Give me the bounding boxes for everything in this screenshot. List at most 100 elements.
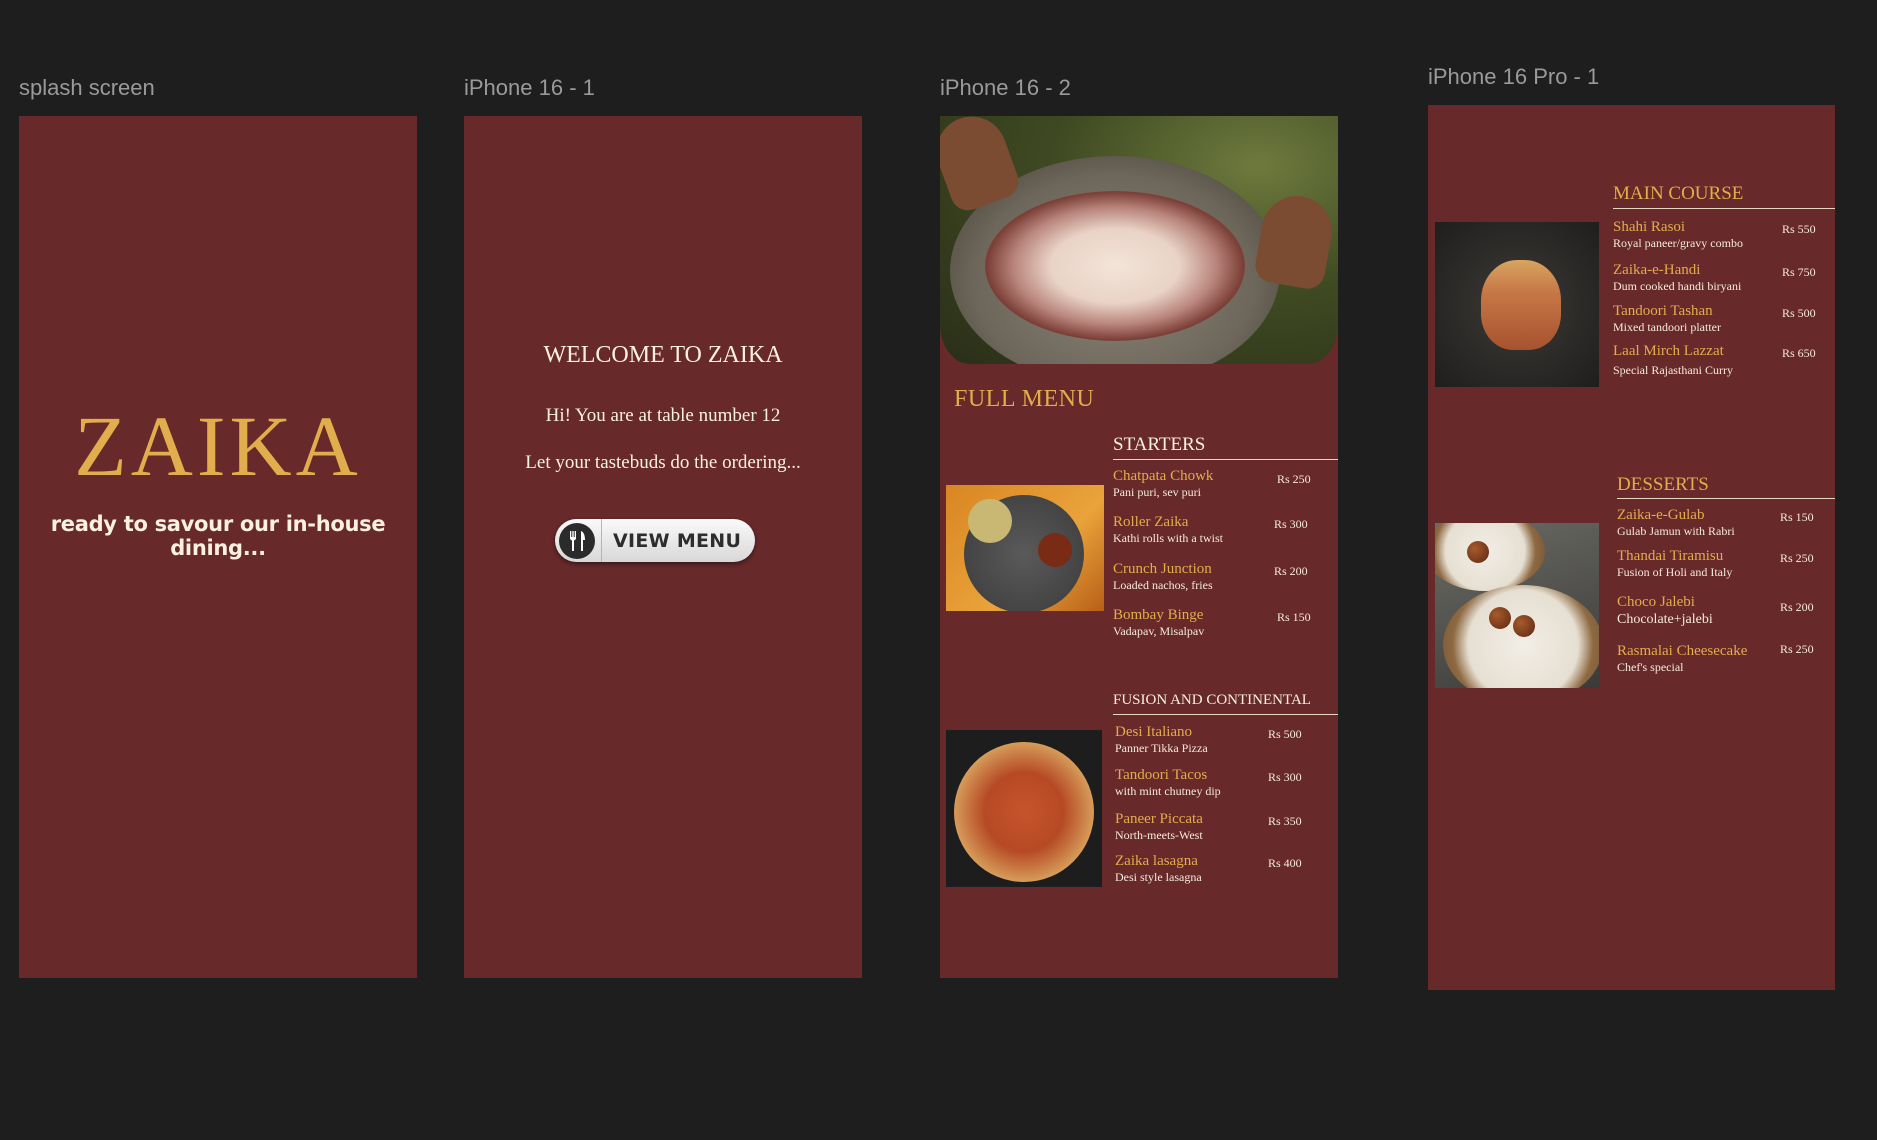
welcome-subtitle: Let your tastebuds do the ordering... [525, 452, 801, 473]
pizza-image [946, 730, 1102, 887]
menu-item[interactable]: Choco Jalebi Chocolate+jalebi [1617, 594, 1713, 628]
fusion-title: FUSION AND CONTINENTAL [1113, 692, 1311, 708]
menu-item[interactable]: Desi Italiano Panner Tikka Pizza [1115, 724, 1208, 755]
item-name: Paneer Piccata [1115, 811, 1203, 827]
item-desc: Vadapav, Misalpav [1113, 624, 1205, 638]
menu-item[interactable]: Laal Mirch Lazzat Special Rajasthani Cur… [1613, 343, 1733, 377]
desserts-title: DESSERTS [1617, 474, 1709, 495]
jamun-shape [1467, 541, 1489, 563]
item-desc: North-meets-West [1115, 828, 1203, 842]
item-desc: Special Rajasthani Curry [1613, 363, 1733, 377]
jamun-shape [1513, 615, 1535, 637]
biryani-handi-image [1435, 222, 1599, 387]
full-menu-frame: FULL MENU STARTERS Chatpata Chowk Pani p… [940, 116, 1338, 978]
item-price: Rs 500 [1268, 727, 1302, 741]
menu-item[interactable]: Paneer Piccata North-meets-West [1115, 811, 1203, 842]
menu-item[interactable]: Tandoori Tashan Mixed tandoori platter [1613, 303, 1721, 334]
item-name: Laal Mirch Lazzat [1613, 343, 1724, 359]
item-price: Rs 300 [1268, 770, 1302, 784]
bowl-shape [1435, 523, 1545, 591]
menu-item[interactable]: Roller Zaika Kathi rolls with a twist [1113, 514, 1223, 545]
item-desc: Royal paneer/gravy combo [1613, 236, 1743, 250]
menu-item[interactable]: Zaika-e-Handi Dum cooked handi biryani [1613, 262, 1741, 293]
main-course-title: MAIN COURSE [1613, 183, 1744, 204]
item-price: Rs 250 [1277, 472, 1311, 486]
splash-tagline: ready to savour our in-house dining... [50, 512, 386, 560]
item-price: Rs 500 [1782, 306, 1816, 320]
item-price: Rs 750 [1782, 265, 1816, 279]
item-desc: Mixed tandoori platter [1613, 320, 1721, 334]
item-name: Tandoori Tashan [1613, 303, 1713, 319]
splash-frame: ZAIKA ready to savour our in-house dinin… [19, 116, 417, 978]
item-price: Rs 550 [1782, 222, 1816, 236]
menu-item[interactable]: Thandai Tiramisu Fusion of Holi and Ital… [1617, 548, 1732, 579]
table-number-text: Hi! You are at table number 12 [545, 405, 781, 426]
starters-title: STARTERS [1113, 434, 1206, 455]
item-name: Rasmalai Cheesecake [1617, 643, 1748, 659]
splash-logo: ZAIKA [74, 398, 362, 494]
fork-knife-icon [559, 522, 595, 559]
item-price: Rs 150 [1277, 610, 1311, 624]
item-price: Rs 300 [1274, 517, 1308, 531]
menu-item[interactable]: Tandoori Tacos with mint chutney dip [1115, 767, 1221, 798]
item-desc: with mint chutney dip [1115, 784, 1221, 798]
frame-label-welcome[interactable]: iPhone 16 - 1 [464, 75, 595, 101]
frame-label-menu2[interactable]: iPhone 16 Pro - 1 [1428, 64, 1599, 90]
starters-divider [1113, 459, 1338, 460]
biryani-pot-hero-image [940, 116, 1338, 364]
item-desc: Pani puri, sev puri [1113, 485, 1201, 499]
jamun-shape [1489, 607, 1511, 629]
item-name: Shahi Rasoi [1613, 219, 1686, 235]
pizza-shape [954, 742, 1094, 882]
handi-shape [1481, 260, 1561, 350]
item-name: Zaika-e-Gulab [1617, 507, 1705, 523]
view-menu-label: VIEW MENU [613, 529, 742, 552]
item-desc: Chocolate+jalebi [1617, 612, 1713, 627]
view-menu-button[interactable]: VIEW MENU [555, 519, 755, 562]
button-divider [601, 519, 602, 562]
item-price: Rs 250 [1780, 551, 1814, 565]
bowl-shape [1038, 533, 1072, 567]
rice-shape [985, 191, 1245, 341]
menu-item[interactable]: Zaika-e-Gulab Gulab Jamun with Rabri [1617, 507, 1735, 538]
item-desc: Panner Tikka Pizza [1115, 741, 1208, 755]
welcome-frame: WELCOME TO ZAIKA Hi! You are at table nu… [464, 116, 862, 978]
item-desc: Loaded nachos, fries [1113, 578, 1213, 592]
hand-right [1252, 190, 1338, 292]
item-desc: Dum cooked handi biryani [1613, 279, 1742, 293]
main-course-divider [1613, 208, 1835, 209]
item-name: Chatpata Chowk [1113, 468, 1214, 484]
menu-item[interactable]: Zaika lasagna Desi style lasagna [1115, 853, 1202, 884]
fusion-divider [1113, 714, 1338, 715]
item-name: Zaika-e-Handi [1613, 262, 1701, 278]
full-menu-heading: FULL MENU [954, 386, 1095, 412]
item-name: Choco Jalebi [1617, 594, 1695, 610]
item-price: Rs 650 [1782, 346, 1816, 360]
item-name: Desi Italiano [1115, 724, 1193, 740]
menu-item[interactable]: Chatpata Chowk Pani puri, sev puri [1113, 468, 1213, 499]
frame-label-full-menu[interactable]: iPhone 16 - 2 [940, 75, 1071, 101]
item-desc: Desi style lasagna [1115, 870, 1202, 884]
gulab-jamun-image [1435, 523, 1599, 688]
menu-item[interactable]: Rasmalai Cheesecake Chef's special [1617, 643, 1747, 674]
item-name: Zaika lasagna [1115, 853, 1198, 869]
item-name: Bombay Binge [1113, 607, 1204, 623]
item-name: Tandoori Tacos [1115, 767, 1208, 783]
item-price: Rs 250 [1780, 642, 1814, 656]
item-desc: Gulab Jamun with Rabri [1617, 524, 1735, 538]
item-name: Roller Zaika [1113, 514, 1189, 530]
welcome-title: WELCOME TO ZAIKA [543, 342, 783, 368]
menu-item[interactable]: Crunch Junction Loaded nachos, fries [1113, 561, 1213, 592]
item-desc: Fusion of Holi and Italy [1617, 565, 1733, 579]
menu-item[interactable]: Bombay Binge Vadapav, Misalpav [1113, 607, 1204, 638]
item-desc: Kathi rolls with a twist [1113, 531, 1223, 545]
bowl-shape [968, 499, 1012, 543]
item-name: Crunch Junction [1113, 561, 1212, 577]
menu-item[interactable]: Shahi Rasoi Royal paneer/gravy combo [1613, 219, 1743, 250]
frame-label-splash[interactable]: splash screen [19, 75, 155, 101]
item-name: Thandai Tiramisu [1617, 548, 1724, 564]
item-price: Rs 350 [1268, 814, 1302, 828]
menu2-frame: MAIN COURSE Shahi Rasoi Royal paneer/gra… [1428, 105, 1835, 990]
item-price: Rs 200 [1780, 600, 1814, 614]
desserts-divider [1617, 498, 1835, 499]
